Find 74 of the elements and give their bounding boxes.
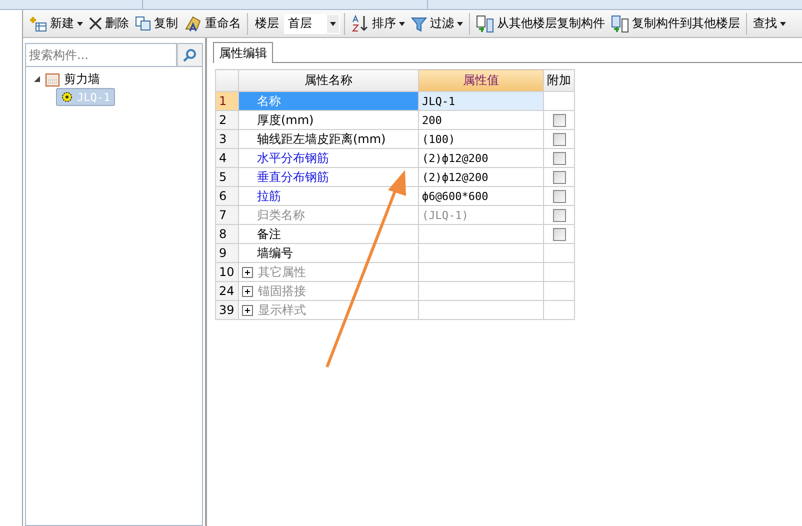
- copy-floor-icon: [476, 14, 494, 32]
- column-header[interactable]: 附加: [544, 70, 574, 92]
- copy-floor-icon: [611, 14, 629, 32]
- row-number: 9: [216, 244, 238, 262]
- property-value[interactable]: (2)ф12@200: [418, 148, 544, 168]
- toolbar-button[interactable]: 查找: [751, 13, 788, 34]
- checkbox[interactable]: [552, 209, 566, 222]
- row-number: 2: [216, 110, 238, 130]
- row-number: 39: [216, 300, 238, 320]
- row-number: 6: [216, 186, 238, 206]
- property-value[interactable]: (2)ф12@200: [418, 168, 544, 186]
- property-name: 名称: [238, 92, 418, 110]
- caret-icon: [457, 22, 463, 26]
- property-value[interactable]: 200: [418, 110, 544, 130]
- checkbox[interactable]: [552, 171, 566, 184]
- row-number: 7: [216, 206, 238, 224]
- expand-icon[interactable]: [242, 286, 253, 296]
- new-item-icon: [29, 16, 47, 32]
- row-number: 8: [216, 224, 238, 244]
- row-number: 3: [216, 130, 238, 148]
- copy-icon: [135, 16, 151, 31]
- property-value[interactable]: (100): [418, 130, 544, 148]
- expand-icon[interactable]: [242, 266, 253, 278]
- row-number: 1: [216, 92, 238, 110]
- toolbar-button[interactable]: 过滤: [409, 13, 465, 34]
- toolbar-button[interactable]: 从其他楼层复制构件: [474, 12, 607, 34]
- corner-cell: [216, 70, 238, 92]
- checkbox[interactable]: [552, 133, 566, 146]
- toolbar-button[interactable]: 复制: [133, 13, 180, 34]
- property-name: 其它属性: [258, 264, 306, 280]
- checkbox[interactable]: [552, 190, 566, 204]
- property-value[interactable]: ф6@600*600: [418, 186, 544, 206]
- search-field[interactable]: 搜索构件...: [25, 43, 177, 67]
- floor-dropdown[interactable]: 首层: [284, 14, 340, 34]
- toolbar-button[interactable]: 排序: [349, 13, 407, 34]
- property-name: 显示样式: [258, 302, 306, 318]
- column-header[interactable]: 属性值: [418, 70, 544, 92]
- gear-icon: [61, 91, 73, 103]
- row-number: 10: [216, 262, 238, 282]
- row-number: 4: [216, 148, 238, 168]
- wall-icon: [45, 72, 60, 86]
- property-name: 轴线距左墙皮距离(mm): [238, 130, 418, 148]
- caret-icon: [780, 22, 786, 26]
- caret-icon: [330, 22, 336, 26]
- property-name: 锚固搭接: [258, 282, 306, 300]
- tab[interactable]: 属性编辑: [213, 42, 273, 63]
- property-name: 水平分布钢筋: [238, 148, 418, 168]
- row-number: 5: [216, 168, 238, 186]
- column-header[interactable]: 属性名称: [238, 70, 418, 92]
- checkbox[interactable]: [552, 114, 566, 128]
- row-number: 24: [216, 282, 238, 300]
- sort-icon: [351, 15, 369, 32]
- toolbar-button[interactable]: 删除: [87, 13, 131, 34]
- tree-item[interactable]: 剪力墙: [34, 71, 194, 88]
- search-icon[interactable]: [183, 48, 197, 62]
- caret-icon: [399, 22, 405, 26]
- property-name: 归类名称: [238, 206, 418, 224]
- close-icon: [89, 17, 102, 30]
- checkbox[interactable]: [552, 228, 566, 242]
- group-row[interactable]: 锚固搭接: [238, 282, 418, 300]
- group-row[interactable]: 显示样式: [238, 300, 418, 320]
- caret-icon: [77, 22, 83, 26]
- filter-icon: [411, 16, 427, 32]
- expand-icon[interactable]: [242, 304, 253, 316]
- property-name: 备注: [238, 224, 418, 244]
- toolbar-button[interactable]: 复制构件到其他楼层: [609, 12, 742, 34]
- property-name: 墙编号: [238, 244, 418, 262]
- floor-label: 楼层: [254, 15, 280, 32]
- property-name: 厚度(mm): [238, 110, 418, 130]
- toolbar-button[interactable]: 新建: [27, 13, 85, 34]
- checkbox[interactable]: [552, 152, 566, 166]
- toolbar-button[interactable]: 重命名: [182, 13, 243, 34]
- rename-icon: [184, 15, 202, 32]
- property-value[interactable]: JLQ-1: [418, 92, 544, 110]
